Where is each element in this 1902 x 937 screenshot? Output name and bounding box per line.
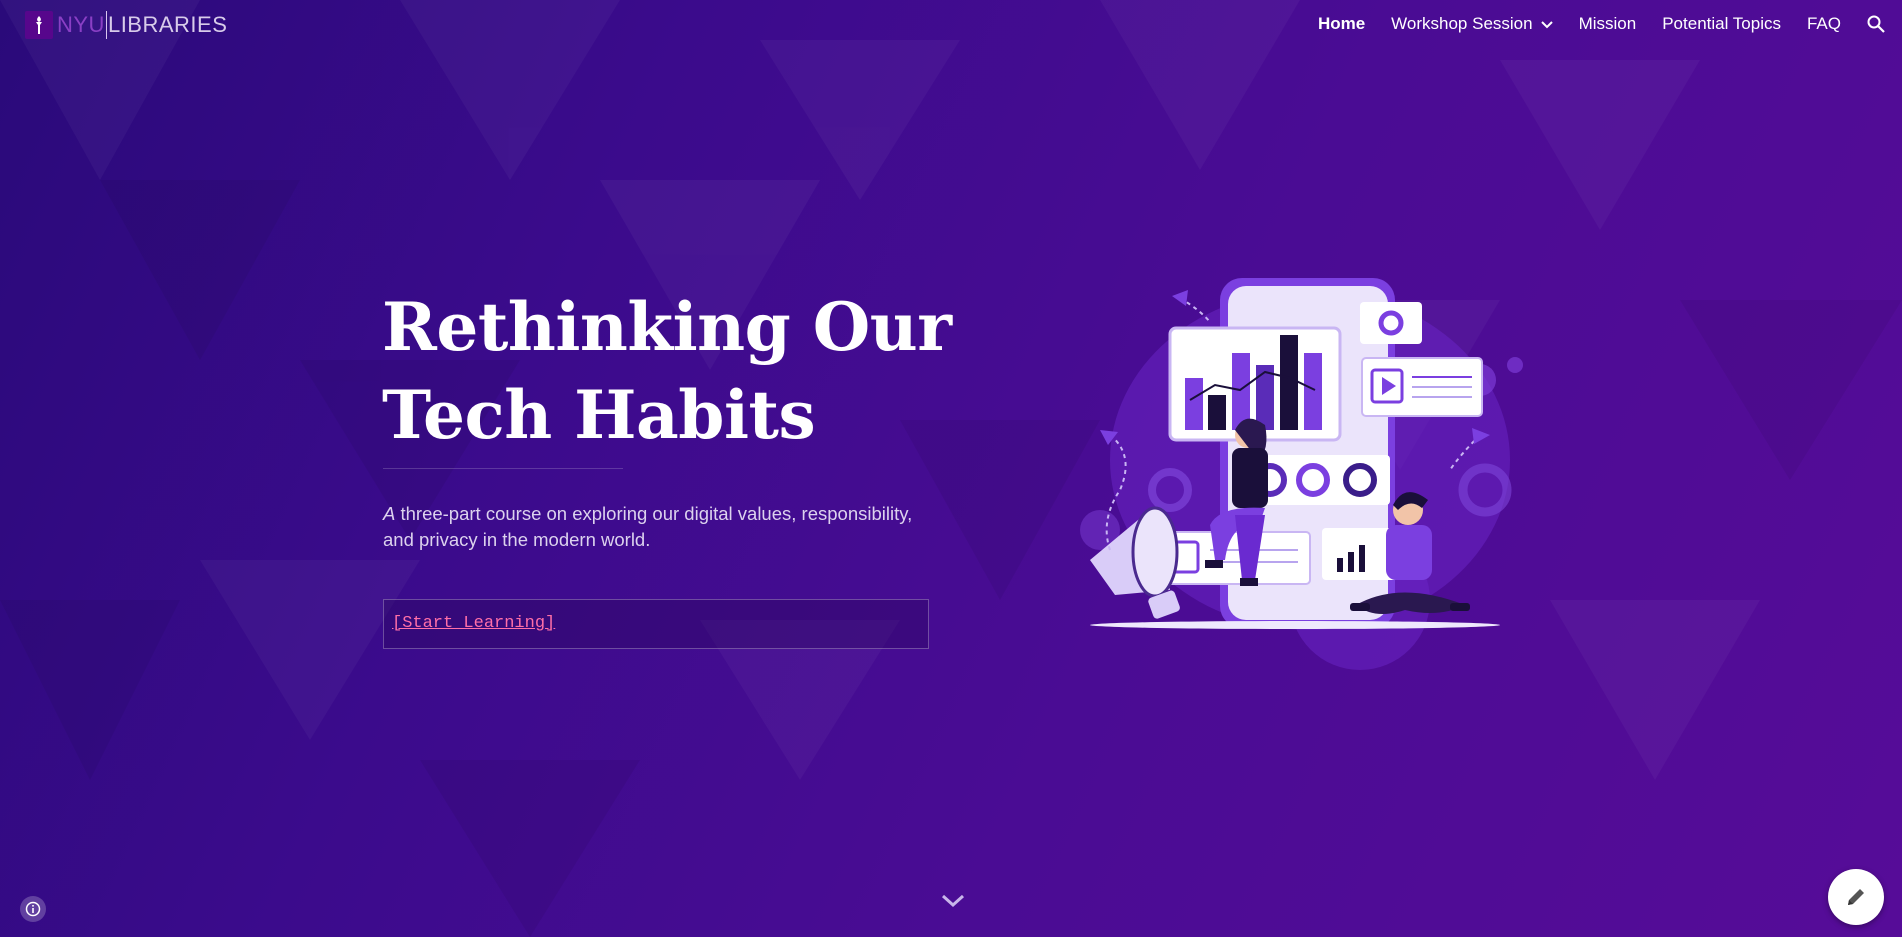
search-icon[interactable]: [1867, 15, 1885, 33]
main-nav: Home Workshop Session Mission Potential …: [1292, 14, 1885, 34]
nav-item-mission[interactable]: Mission: [1579, 14, 1637, 34]
chevron-down-icon[interactable]: [1540, 14, 1553, 34]
start-learning-box: [Start Learning]: [383, 599, 929, 649]
nav-item-label: Potential Topics: [1662, 14, 1781, 33]
nav-item-potential-topics[interactable]: Potential Topics: [1662, 14, 1781, 34]
subtitle-text: three-part course on exploring our digit…: [383, 503, 913, 550]
pencil-icon[interactable]: [1828, 869, 1884, 925]
subtitle-emphasis: A: [383, 503, 396, 524]
info-icon[interactable]: [20, 896, 46, 922]
title-line-2: Tech Habits: [382, 376, 816, 454]
hero-illustration: [1080, 278, 1523, 670]
hero-subtitle: A three-part course on exploring our dig…: [383, 501, 943, 553]
nav-item-label: FAQ: [1806, 14, 1841, 33]
nav-item-home[interactable]: Home: [1318, 14, 1365, 34]
title-line-1: Rethinking Our: [382, 288, 952, 366]
logo-libraries-text: LIBRARIES: [107, 12, 228, 37]
logo-nyu-text: NYU: [57, 12, 105, 37]
scroll-down-chevron-icon[interactable]: [940, 893, 966, 914]
nyu-libraries-logo[interactable]: NYU LIBRARIES: [25, 11, 227, 39]
logo-separator: [105, 11, 107, 39]
background-pattern: [0, 0, 1902, 937]
title-divider: [383, 468, 623, 469]
nav-item-workshop-session[interactable]: Workshop Session: [1391, 14, 1553, 34]
nav-item-faq[interactable]: FAQ: [1807, 14, 1841, 34]
start-learning-link[interactable]: [Start Learning]: [392, 614, 555, 633]
nav-item-label: Mission: [1578, 14, 1637, 33]
page-title: Rethinking Our Tech Habits: [382, 283, 1002, 459]
torch-icon: [25, 11, 53, 39]
nav-item-label: Home: [1317, 14, 1366, 33]
nav-item-label: Workshop Session: [1391, 14, 1533, 33]
top-navigation-bar: NYU LIBRARIES Home Workshop Session Miss…: [0, 0, 1902, 50]
